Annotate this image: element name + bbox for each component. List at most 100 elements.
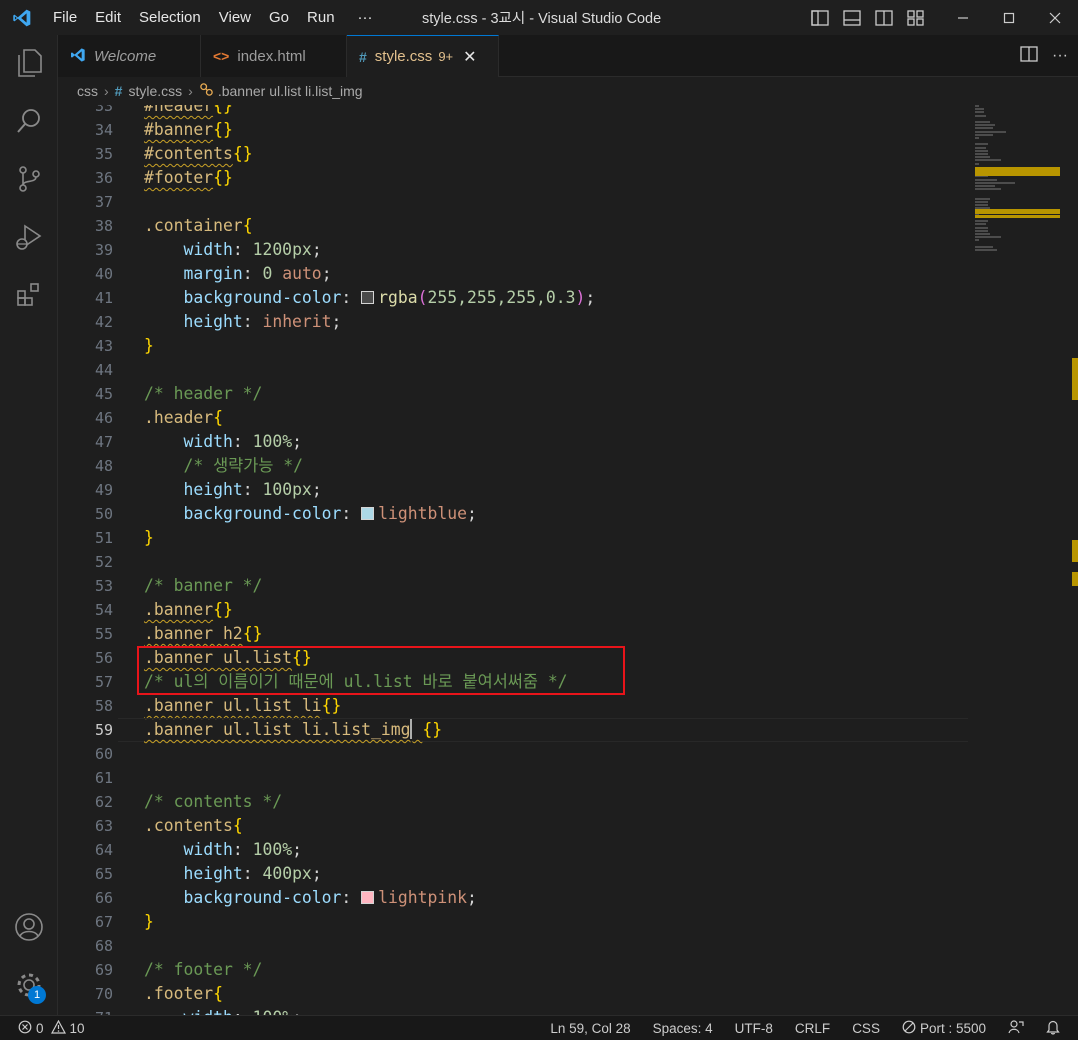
error-icon	[18, 1020, 32, 1037]
code-line[interactable]: 35 #contents{}	[58, 142, 968, 166]
color-swatch[interactable]	[361, 891, 375, 904]
code-line[interactable]: 62 /* contents */	[58, 790, 968, 814]
breadcrumb-symbol[interactable]: .banner ul.list li.list_img	[218, 83, 363, 99]
line-number: 60	[94, 745, 113, 763]
encoding[interactable]: UTF-8	[735, 1021, 773, 1036]
code-line[interactable]: 53 /* banner */	[58, 574, 968, 598]
menu-file[interactable]: File	[44, 0, 86, 35]
code-line[interactable]: 58 .banner ul.list li{}	[58, 694, 968, 718]
line-number: 70	[94, 985, 113, 1003]
minimap-line	[975, 233, 991, 235]
breadcrumb-file[interactable]: style.css	[128, 83, 182, 99]
toggle-primary-sidebar-icon[interactable]	[804, 0, 836, 35]
code-line[interactable]: 45 /* header */	[58, 382, 968, 406]
minimap[interactable]	[972, 105, 1066, 265]
code-line[interactable]: 46 .header{	[58, 406, 968, 430]
code-line[interactable]: 66 background-color: lightpink;	[58, 886, 968, 910]
line-number: 52	[94, 553, 113, 571]
menu-edit[interactable]: Edit	[86, 0, 130, 35]
menu-go[interactable]: Go	[260, 0, 298, 35]
code-line[interactable]: 41 background-color: rgba(255,255,255,0.…	[58, 286, 968, 310]
manage-gear-icon[interactable]	[0, 959, 58, 1011]
minimap-line	[975, 127, 993, 130]
tab-index-html[interactable]: <> index.html	[201, 35, 347, 77]
code-line[interactable]: 37	[58, 190, 968, 214]
css-icon: #	[359, 48, 367, 65]
close-tab-icon[interactable]: ✕	[463, 47, 476, 67]
breadcrumb-folder[interactable]: css	[77, 83, 98, 99]
menu-more[interactable]: ···	[344, 0, 382, 35]
line-number: 33	[94, 105, 113, 115]
code-line[interactable]: 40 margin: 0 auto;	[58, 262, 968, 286]
code-line[interactable]: 34 #banner{}	[58, 118, 968, 142]
accounts-icon[interactable]	[0, 901, 58, 953]
code-line[interactable]: 63 .contents{	[58, 814, 968, 838]
menu-view[interactable]: View	[210, 0, 260, 35]
close-window-icon[interactable]	[1032, 0, 1078, 35]
code-line[interactable]: 55 .banner h2{}	[58, 622, 968, 646]
code-line[interactable]: 60	[58, 742, 968, 766]
live-server-port[interactable]: Port : 5500	[902, 1020, 986, 1037]
code-line[interactable]: 61	[58, 766, 968, 790]
code-line[interactable]: 36 #footer{}	[58, 166, 968, 190]
line-code: .container{	[144, 216, 253, 235]
code-line[interactable]: 50 background-color: lightblue;	[58, 502, 968, 526]
line-number: 59	[94, 721, 113, 739]
code-line[interactable]: 42 height: inherit;	[58, 310, 968, 334]
code-line[interactable]: 52	[58, 550, 968, 574]
line-number: 65	[94, 865, 113, 883]
code-line[interactable]: 39 width: 1200px;	[58, 238, 968, 262]
color-swatch[interactable]	[361, 507, 375, 520]
minimap-line	[975, 204, 989, 207]
menu-run[interactable]: Run	[298, 0, 344, 35]
code-line[interactable]: 48 /* 생략가능 */	[58, 454, 968, 478]
code-line[interactable]: 69 /* footer */	[58, 958, 968, 982]
code-line[interactable]: 71 width: 100%;	[58, 1006, 968, 1015]
run-debug-icon[interactable]	[0, 211, 58, 263]
cursor-position[interactable]: Ln 59, Col 28	[550, 1021, 630, 1036]
code-line[interactable]: 38 .container{	[58, 214, 968, 238]
code-line[interactable]: 67}	[58, 910, 968, 934]
code-line[interactable]: 47 width: 100%;	[58, 430, 968, 454]
code-line[interactable]: 65 height: 400px;	[58, 862, 968, 886]
language-mode[interactable]: CSS	[852, 1021, 880, 1036]
search-icon[interactable]	[0, 95, 58, 147]
line-code: /* banner */	[144, 576, 263, 595]
customize-layout-icon[interactable]	[900, 0, 932, 35]
line-number: 62	[94, 793, 113, 811]
code-line[interactable]: 43}	[58, 334, 968, 358]
code-editor[interactable]: 33 #header{} 34 #banner{} 35 #contents{} 36 #fo…	[58, 105, 1078, 1015]
extensions-icon[interactable]	[0, 269, 58, 321]
line-ending[interactable]: CRLF	[795, 1021, 830, 1036]
feedback-icon[interactable]	[1008, 1020, 1024, 1037]
line-number: 57	[94, 673, 113, 691]
problems-indicator[interactable]: 0 10	[18, 1016, 85, 1040]
tab-label: style.css	[374, 48, 433, 65]
line-number: 54	[94, 601, 113, 619]
source-control-icon[interactable]	[0, 153, 58, 205]
more-actions-icon[interactable]: ···	[1052, 47, 1068, 65]
code-line[interactable]: 44	[58, 358, 968, 382]
code-line[interactable]: 54 .banner{}	[58, 598, 968, 622]
code-line[interactable]: 59 .banner ul.list li.list_img {}	[58, 718, 968, 742]
split-editor-icon[interactable]	[1020, 45, 1038, 67]
code-line[interactable]: 33 #header{}	[58, 105, 968, 118]
tab-welcome[interactable]: Welcome	[58, 35, 201, 77]
menu-selection[interactable]: Selection	[130, 0, 210, 35]
status-right: Ln 59, Col 28 Spaces: 4 UTF-8 CRLF CSS P…	[528, 1016, 1060, 1040]
explorer-icon[interactable]	[0, 37, 58, 89]
maximize-icon[interactable]	[986, 0, 1032, 35]
indentation[interactable]: Spaces: 4	[653, 1021, 713, 1036]
minimize-icon[interactable]	[940, 0, 986, 35]
code-line[interactable]: 51}	[58, 526, 968, 550]
code-line[interactable]: 64 width: 100%;	[58, 838, 968, 862]
tab-style-css[interactable]: # style.css 9+ ✕	[347, 35, 499, 77]
line-number: 36	[94, 169, 113, 187]
code-line[interactable]: 68	[58, 934, 968, 958]
color-swatch[interactable]	[361, 291, 375, 304]
code-line[interactable]: 70 .footer{	[58, 982, 968, 1006]
toggle-panel-icon[interactable]	[836, 0, 868, 35]
code-line[interactable]: 49 height: 100px;	[58, 478, 968, 502]
toggle-secondary-sidebar-icon[interactable]	[868, 0, 900, 35]
notifications-bell-icon[interactable]	[1046, 1020, 1060, 1038]
